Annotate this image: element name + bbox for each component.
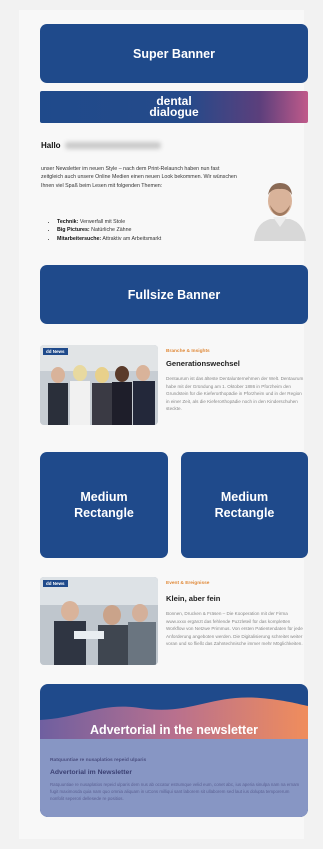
super-banner-label: Super Banner [133, 46, 215, 61]
medium-rectangle-label-line2: Rectangle [214, 506, 275, 520]
fullsize-banner-ad[interactable]: Fullsize Banner [40, 265, 308, 324]
topic-label: Mitarbeitersuche: [57, 235, 102, 242]
greeting: Hallo [41, 141, 161, 150]
topic-text: Attraktiv am Arbeitsmarkt [102, 235, 162, 242]
group-photo [40, 345, 158, 425]
fullsize-banner-label: Fullsize Banner [127, 287, 221, 302]
editor-avatar [254, 183, 306, 241]
medium-rectangle-ad-left[interactable]: Medium Rectangle [40, 452, 168, 558]
greeting-label: Hallo [41, 141, 61, 150]
newsletter-page: Super Banner dental dialogue Hallo unser… [0, 0, 323, 849]
topic-text: Natürliche Zähne [91, 227, 132, 234]
logo-line-2: dialogue [149, 105, 199, 119]
advertorial-title[interactable]: Advertorial in the newsletter [40, 723, 308, 737]
article-excerpt: Bonnen, Drucken & Fräsen – Die Kooperati… [166, 611, 303, 647]
topic-item: Mitarbeitersuche: Attraktiv am Arbeitsma… [57, 235, 161, 243]
article-category: Branche & Insights [166, 349, 210, 354]
event-photo [40, 577, 158, 665]
dental-dialogue-logo[interactable]: dental dialogue [40, 91, 308, 123]
medium-rectangle-label-line2: Rectangle [74, 506, 134, 520]
topic-text: Verwerfall mit Stole [79, 219, 126, 225]
topic-list: Technik: Verwerfall mit Stole Big Pictur… [47, 218, 161, 243]
advertorial-headline[interactable]: Advertorial im Newsletter [50, 769, 132, 776]
article-category: Event & Ereignisse [166, 581, 210, 586]
advertorial-kicker: Ratquuntiae re nusaplatios repeid ulpari… [50, 758, 147, 763]
article-image[interactable]: dd News [40, 345, 158, 425]
advertorial-body [40, 739, 308, 817]
article-card[interactable]: dd News Event & Ereignisse Klein, aber f… [40, 577, 308, 667]
advertorial-text: Ratquuntiae re nusaplatios repeid ulpari… [50, 782, 300, 801]
topic-item: Big Pictures: Natürliche Zähne [57, 226, 161, 234]
article-card[interactable]: dd News Branche & Insights Generationswe… [40, 345, 308, 435]
advertorial-block[interactable]: Advertorial in the newsletter Ratquuntia… [40, 684, 308, 817]
medium-rectangle-label-line1: Medium [80, 490, 128, 504]
medium-rectangle-label-line1: Medium [220, 490, 269, 504]
topic-item: Technik: Verwerfall mit Stole [57, 218, 161, 226]
intro-text: unser Newsletter im neuen Style – nach d… [41, 166, 237, 189]
article-tag: dd News [43, 348, 68, 355]
article-excerpt: Dentaurum ist das älteste Dentalunterneh… [166, 376, 304, 412]
article-title[interactable]: Klein, aber fein [166, 594, 220, 603]
article-image[interactable]: dd News [40, 577, 158, 665]
medium-rectangle-ad-right[interactable]: Medium Rectangle [181, 452, 308, 558]
blurred-name [64, 142, 161, 150]
article-tag: dd News [43, 580, 68, 587]
super-banner-ad[interactable]: Super Banner [40, 24, 308, 83]
article-title[interactable]: Generationswechsel [166, 359, 240, 368]
topic-label: Big Pictures: [57, 227, 90, 234]
topic-label: Technik: [57, 219, 79, 225]
